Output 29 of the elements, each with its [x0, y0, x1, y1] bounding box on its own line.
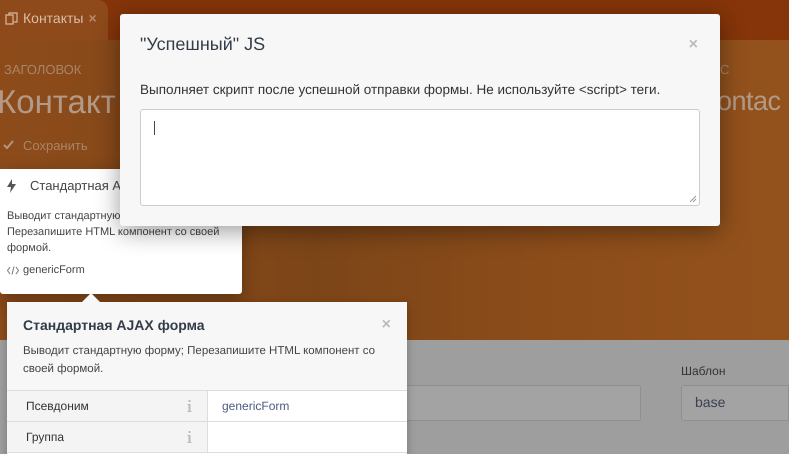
popover-description: Выводит стандартную форму; Перезапишите HTML компонент со своей формой.: [23, 344, 376, 377]
property-name: Псевдоним: [26, 399, 89, 413]
info-icon[interactable]: [187, 400, 192, 412]
check-icon: [3, 140, 14, 150]
component-description: Перезапишите HTML компонент со своей: [7, 225, 220, 240]
popover-title: Стандартная AJAX форма: [23, 317, 205, 333]
tab[interactable]: Контакты ×: [0, 0, 108, 40]
resize-grip-icon[interactable]: [689, 195, 697, 203]
field-label: Шаблон: [681, 364, 726, 378]
modal-title: "Успешный" JS: [140, 34, 266, 55]
component-alias: genericForm: [23, 264, 85, 276]
property-name: Группа: [26, 430, 64, 444]
script-textarea[interactable]: [140, 109, 700, 206]
copy-icon: [5, 12, 18, 24]
code-icon: [7, 266, 19, 274]
tab-label: Контакты: [23, 10, 84, 26]
section-label: С: [720, 62, 730, 78]
info-icon[interactable]: [187, 431, 192, 443]
modal-description: Выполняет скрипт после успешной отправки формы. Не используйте <script> теги.: [140, 82, 662, 97]
page-title: ontac: [717, 85, 782, 118]
property-value-field[interactable]: genericForm: [208, 391, 407, 421]
page-title: Контакт: [0, 82, 116, 122]
lightning-icon: [7, 178, 16, 192]
component-description: формой.: [7, 241, 52, 256]
component-description: Выводит стандартную: [7, 209, 122, 224]
section-label: ЗАГОЛОВОК: [4, 62, 82, 78]
save-button[interactable]: Сохранить: [3, 137, 242, 153]
close-button[interactable]: ×: [88, 10, 97, 26]
template-field[interactable]: base: [681, 385, 789, 421]
